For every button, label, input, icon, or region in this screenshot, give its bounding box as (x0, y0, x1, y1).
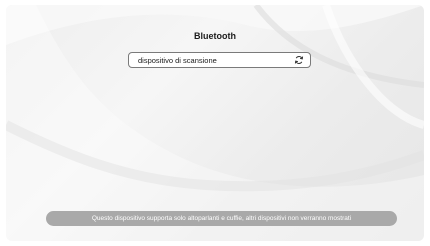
info-banner: Questo dispositivo supporta solo altopar… (46, 211, 397, 226)
refresh-icon[interactable] (294, 55, 304, 65)
page-title: Bluetooth (194, 31, 236, 41)
info-banner-text: Questo dispositivo supporta solo altopar… (91, 215, 352, 222)
scan-devices-label: dispositivo di scansione (138, 55, 217, 65)
scan-devices-button[interactable]: dispositivo di scansione (128, 52, 311, 68)
bluetooth-screen: Bluetooth dispositivo di scansione Quest… (6, 5, 424, 241)
